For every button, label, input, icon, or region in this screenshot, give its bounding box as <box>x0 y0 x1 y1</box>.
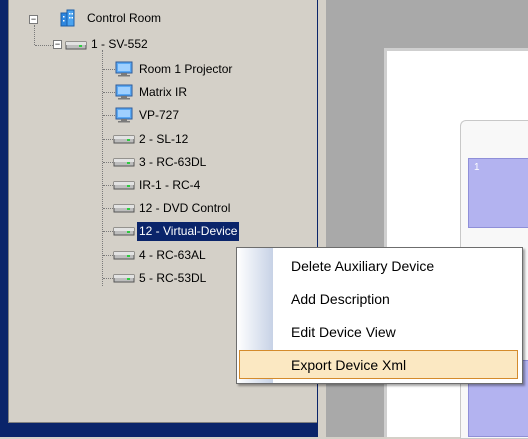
monitor-icon <box>115 84 133 100</box>
device-collapse-toggle[interactable]: − <box>53 40 62 49</box>
tree-node-label: Room 1 Projector <box>139 62 233 76</box>
device-icon <box>113 204 135 213</box>
device-icon <box>113 181 135 190</box>
tree-node-label: IR-1 - RC-4 <box>139 178 201 192</box>
tree-connector <box>102 50 103 286</box>
tile-label: 1 <box>474 162 480 173</box>
menu-item-label: Edit Device View <box>291 324 396 340</box>
menu-item-label: Delete Auxiliary Device <box>291 258 435 274</box>
tree-node-label: Matrix IR <box>139 85 187 99</box>
menu-item-label: Export Device Xml <box>291 357 407 373</box>
menu-item-delete-auxiliary-device[interactable]: Delete Auxiliary Device <box>239 252 518 281</box>
device-icon <box>113 135 135 144</box>
device-icon <box>65 41 87 50</box>
tree-connector <box>34 25 35 45</box>
building-icon <box>60 9 75 27</box>
device-icon <box>113 274 135 283</box>
menu-item-export-device-xml[interactable]: Export Device Xml <box>239 350 518 379</box>
monitor-icon <box>115 61 133 77</box>
tree-node-label: 4 - RC-63AL <box>139 248 206 262</box>
tree-node-label: 2 - SL-12 <box>139 132 189 146</box>
tree-node-label: 3 - RC-63DL <box>139 155 207 169</box>
context-menu: Delete Auxiliary Device Add Description … <box>236 247 523 384</box>
menu-item-label: Add Description <box>291 291 390 307</box>
device-icon <box>113 158 135 167</box>
tree-node-label: Control Room <box>87 11 162 25</box>
canvas-tile[interactable]: 1 <box>468 158 528 228</box>
tree-node-label: 12 - Virtual-Device <box>137 222 240 241</box>
device-icon <box>113 251 135 260</box>
tree-node-label: 5 - RC-53DL <box>139 271 207 285</box>
tree-node-label: 12 - DVD Control <box>139 201 231 215</box>
tree-node-label: VP-727 <box>139 108 180 122</box>
monitor-icon <box>115 107 133 123</box>
device-icon <box>113 227 135 236</box>
menu-item-add-description[interactable]: Add Description <box>239 285 518 314</box>
tree-node-label: 1 - SV-552 <box>91 37 148 51</box>
root-collapse-toggle[interactable]: − <box>29 15 38 24</box>
menu-item-edit-device-view[interactable]: Edit Device View <box>239 318 518 347</box>
